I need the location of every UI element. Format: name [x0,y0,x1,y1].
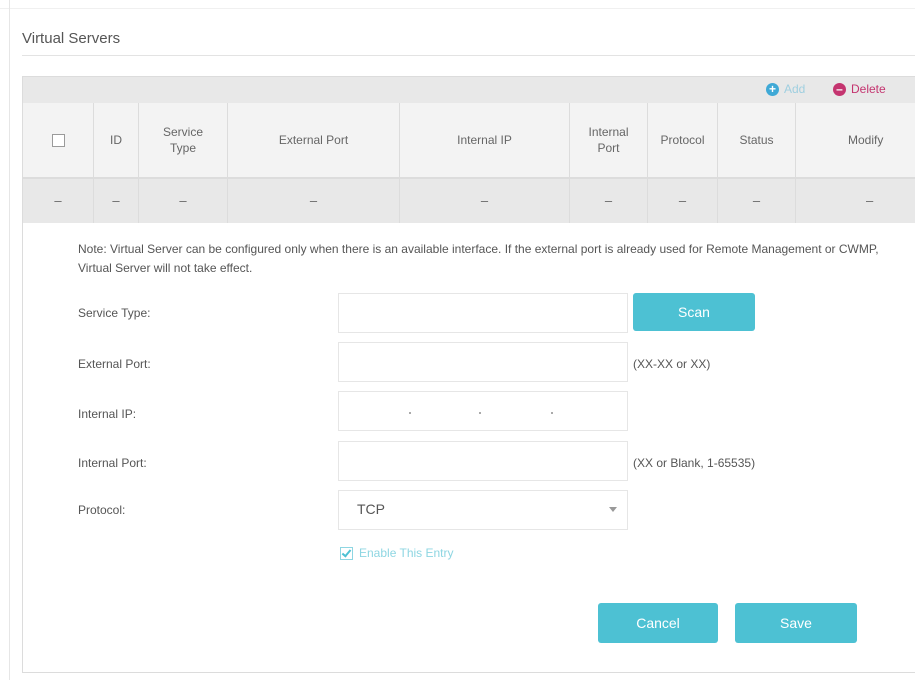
table-cell: – [93,179,138,223]
column-header-protocol: Protocol [647,103,717,177]
save-button[interactable]: Save [735,603,857,643]
external-port-hint: (XX-XX or XX) [633,357,711,371]
plus-icon: + [766,82,779,96]
ip-separators [339,392,627,430]
table-header: ID Service Type External Port Internal I… [23,103,915,179]
external-port-input[interactable] [338,342,628,382]
internal-port-input[interactable] [338,441,628,481]
internal-ip-label: Internal IP: [78,407,137,421]
table-toolbar: + Add – Delete [23,77,915,103]
select-all-checkbox[interactable] [51,133,65,147]
column-header-internal-ip: Internal IP [399,103,569,177]
column-header-external-port: External Port [227,103,399,177]
table-cell: – [647,179,717,223]
table-cell: – [795,179,915,223]
protocol-label: Protocol: [78,503,126,517]
table-cell: – [54,193,62,208]
virtual-servers-page: Virtual Servers + Add – Delete ID Servic… [0,0,915,680]
column-header-service-type: Service Type [138,103,227,177]
table-cell: – [399,179,569,223]
internal-ip-input[interactable] [338,391,628,431]
table-cell: – [138,179,227,223]
service-type-input[interactable] [338,293,628,333]
internal-port-hint: (XX or Blank, 1-65535) [633,456,756,470]
column-header-modify: Modify [795,103,915,177]
note-text: Note: Virtual Server can be configured o… [78,242,879,275]
internal-port-label: Internal Port: [78,456,147,470]
minus-icon: – [833,82,846,96]
checkbox-checked-icon [340,546,353,560]
enable-entry-label: Enable This Entry [359,546,454,560]
column-header-status: Status [717,103,795,177]
protocol-value: TCP [357,501,385,517]
column-header-id: ID [93,103,138,177]
delete-label: Delete [851,82,886,96]
table-cell: – [227,179,399,223]
protocol-select[interactable]: TCP [338,490,628,530]
column-header-internal-port: Internal Port [569,103,647,177]
add-button[interactable]: + Add [766,82,805,96]
page-title: Virtual Servers [22,30,121,47]
external-port-label: External Port: [78,357,151,371]
divider [9,0,10,680]
divider [0,8,915,9]
divider [22,55,915,56]
add-label: Add [784,82,806,96]
cancel-button[interactable]: Cancel [598,603,718,643]
select-all-cell[interactable] [23,103,93,177]
chevron-down-icon [609,507,617,512]
delete-button[interactable]: – Delete [833,82,886,96]
table-row: – – – – – – – – – [23,179,915,223]
table-cell: – [569,179,647,223]
scan-button[interactable]: Scan [633,293,755,331]
table-cell: – [717,179,795,223]
service-type-label: Service Type: [78,306,151,320]
enable-entry-checkbox[interactable]: Enable This Entry [340,546,454,560]
